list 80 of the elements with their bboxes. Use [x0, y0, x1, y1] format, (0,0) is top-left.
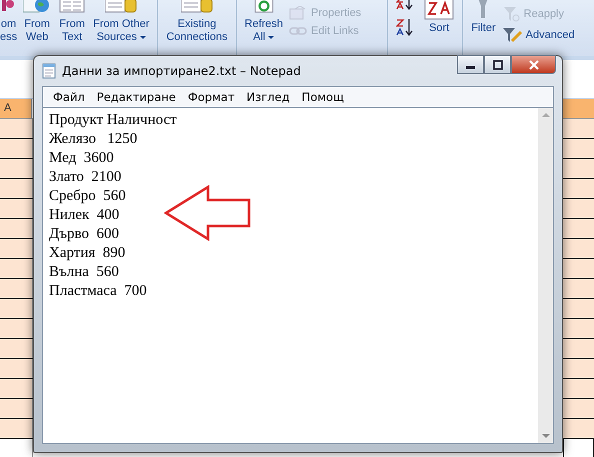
table-cell	[563, 299, 594, 318]
close-icon	[528, 60, 538, 70]
text-line: Хартия 890	[49, 244, 126, 263]
funnel-pencil-icon	[502, 27, 522, 43]
text-line: Желязо 1250	[49, 130, 138, 149]
table-cell	[563, 219, 594, 238]
text-line: Нилек 400	[49, 206, 120, 225]
table-cell	[0, 319, 33, 338]
table-cell	[0, 399, 33, 418]
properties-icon	[289, 6, 308, 20]
table-cell	[0, 299, 33, 318]
table-cell	[563, 199, 594, 218]
scroll-up-icon	[542, 112, 550, 117]
text-line: Пластмаса 700	[49, 282, 148, 301]
table-cell	[563, 139, 594, 158]
table-cell	[563, 339, 594, 358]
table-cell	[0, 199, 33, 218]
link-icon	[289, 25, 308, 37]
table-cell	[563, 279, 594, 298]
ribbon-button[interactable]: Advanced	[502, 27, 575, 43]
table-cell	[0, 419, 33, 438]
maximize-icon	[492, 60, 502, 70]
column-header[interactable]: A	[0, 99, 32, 118]
table-cell	[563, 119, 594, 138]
ribbon-button[interactable]: om ess	[0, 0, 20, 44]
caret-icon	[140, 36, 146, 39]
text-line: Вълна 560	[49, 263, 120, 282]
table-cell	[563, 319, 594, 338]
text-line: Продукт Наличност	[49, 111, 178, 130]
table-cell	[0, 159, 33, 178]
table-cell	[0, 219, 33, 238]
close-button[interactable]	[511, 55, 556, 74]
ribbon-button[interactable]: Refresh All	[240, 0, 288, 44]
menu-item[interactable]: Помощ	[296, 90, 350, 104]
menu-item[interactable]: Изглед	[240, 90, 296, 104]
table-cell	[563, 239, 594, 258]
ribbon-button[interactable]: Existing Connections	[162, 0, 232, 44]
text-line: Мед 3600	[49, 149, 115, 168]
scroll-down-icon	[542, 434, 550, 439]
table-cell	[0, 239, 33, 258]
ribbon-button[interactable]: From Web	[19, 0, 56, 44]
text-line: Сребро 560	[49, 187, 127, 206]
caret-icon	[268, 36, 274, 39]
ribbon-button[interactable]: From Text	[55, 0, 90, 44]
table-cell	[0, 279, 33, 298]
text-document-icon	[59, 0, 86, 13]
table-cell	[563, 259, 594, 278]
globe-page-icon	[23, 0, 52, 13]
table-cell	[0, 359, 33, 378]
funnel-refresh-icon	[502, 6, 520, 22]
menu-item[interactable]: Формат	[182, 90, 241, 104]
table-cell	[0, 379, 33, 398]
table-cell	[563, 419, 594, 438]
table-cell	[0, 259, 33, 278]
sort-icon	[424, 0, 454, 20]
minimize-icon	[466, 66, 475, 69]
table-cell	[563, 179, 594, 198]
table-cell	[563, 399, 594, 418]
database-icon	[180, 0, 213, 13]
table-cell	[0, 339, 33, 358]
table-cell	[563, 159, 594, 178]
window-title: Данни за импортиране2.txt – Notepad	[62, 64, 301, 78]
text-line: Дърво 600	[49, 225, 120, 244]
table-cell	[0, 139, 33, 158]
table-cell	[563, 359, 594, 378]
sort-ascending-icon	[396, 18, 414, 36]
key-icon	[0, 0, 16, 13]
scrollbar[interactable]	[538, 108, 553, 443]
menu-item[interactable]: Редактиране	[90, 90, 182, 104]
table-cell	[563, 379, 594, 398]
text-line: Злато 2100	[49, 168, 122, 187]
table-cell	[0, 179, 33, 198]
ribbon-button[interactable]: Filter	[467, 0, 500, 35]
notepad-icon	[42, 63, 56, 79]
ribbon-button[interactable]: Sort	[420, 0, 458, 35]
minimize-button[interactable]	[457, 55, 484, 74]
ribbon-button[interactable]: From Other Sources	[89, 0, 154, 44]
database-icon	[105, 0, 138, 13]
maximize-button[interactable]	[484, 55, 511, 74]
menu-item[interactable]: Файл	[47, 90, 91, 104]
